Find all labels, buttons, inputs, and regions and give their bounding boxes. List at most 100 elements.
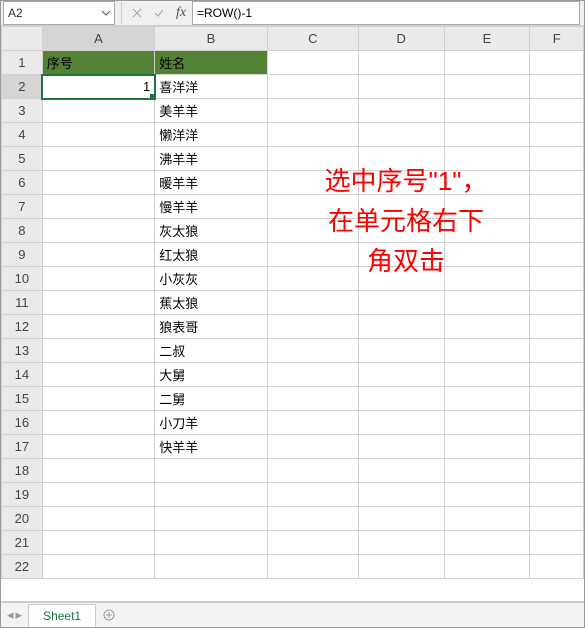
cell-E17[interactable] xyxy=(444,435,530,459)
cell-B7[interactable]: 慢羊羊 xyxy=(155,195,268,219)
cell-E12[interactable] xyxy=(444,315,530,339)
cell-A4[interactable] xyxy=(42,123,155,147)
cell-F17[interactable] xyxy=(530,435,584,459)
cell-B19[interactable] xyxy=(155,483,268,507)
cell-E9[interactable] xyxy=(444,243,530,267)
row-header[interactable]: 6 xyxy=(2,171,43,195)
cell-B20[interactable] xyxy=(155,507,268,531)
cell-B11[interactable]: 蕉太狼 xyxy=(155,291,268,315)
cell-A22[interactable] xyxy=(42,555,155,579)
cell-B15[interactable]: 二舅 xyxy=(155,387,268,411)
cell-A20[interactable] xyxy=(42,507,155,531)
cell-F4[interactable] xyxy=(530,123,584,147)
cell-C18[interactable] xyxy=(267,459,358,483)
cell-B12[interactable]: 狼表哥 xyxy=(155,315,268,339)
cell-F14[interactable] xyxy=(530,363,584,387)
cell-F1[interactable] xyxy=(530,51,584,75)
cell-B10[interactable]: 小灰灰 xyxy=(155,267,268,291)
cell-A9[interactable] xyxy=(42,243,155,267)
col-header-D[interactable]: D xyxy=(358,27,444,51)
cell-E11[interactable] xyxy=(444,291,530,315)
add-sheet-button[interactable] xyxy=(98,604,120,626)
cell-C1[interactable] xyxy=(267,51,358,75)
cell-E8[interactable] xyxy=(444,219,530,243)
cell-D4[interactable] xyxy=(358,123,444,147)
cell-F3[interactable] xyxy=(530,99,584,123)
row-header[interactable]: 3 xyxy=(2,99,43,123)
col-header-C[interactable]: C xyxy=(267,27,358,51)
tab-nav-buttons[interactable]: ◂ ▸ xyxy=(7,607,22,623)
cell-C16[interactable] xyxy=(267,411,358,435)
cell-C5[interactable] xyxy=(267,147,358,171)
cell-B2[interactable]: 喜洋洋 xyxy=(155,75,268,99)
cell-C4[interactable] xyxy=(267,123,358,147)
cell-A5[interactable] xyxy=(42,147,155,171)
cell-B5[interactable]: 沸羊羊 xyxy=(155,147,268,171)
row-header[interactable]: 2 xyxy=(2,75,43,99)
cell-D12[interactable] xyxy=(358,315,444,339)
cell-E6[interactable] xyxy=(444,171,530,195)
cell-B3[interactable]: 美羊羊 xyxy=(155,99,268,123)
col-header-F[interactable]: F xyxy=(530,27,584,51)
cell-E16[interactable] xyxy=(444,411,530,435)
cell-A2[interactable]: 1 xyxy=(42,75,155,99)
cell-A13[interactable] xyxy=(42,339,155,363)
cell-F12[interactable] xyxy=(530,315,584,339)
fx-icon[interactable]: fx xyxy=(172,4,190,22)
cell-F8[interactable] xyxy=(530,219,584,243)
cell-D2[interactable] xyxy=(358,75,444,99)
cell-E18[interactable] xyxy=(444,459,530,483)
cell-C14[interactable] xyxy=(267,363,358,387)
cell-D8[interactable] xyxy=(358,219,444,243)
cell-F13[interactable] xyxy=(530,339,584,363)
cell-B18[interactable] xyxy=(155,459,268,483)
cell-A6[interactable] xyxy=(42,171,155,195)
cell-E3[interactable] xyxy=(444,99,530,123)
row-header[interactable]: 11 xyxy=(2,291,43,315)
cell-C17[interactable] xyxy=(267,435,358,459)
cell-E19[interactable] xyxy=(444,483,530,507)
cell-F2[interactable] xyxy=(530,75,584,99)
cell-D15[interactable] xyxy=(358,387,444,411)
cell-A18[interactable] xyxy=(42,459,155,483)
row-header[interactable]: 4 xyxy=(2,123,43,147)
triangle-right-icon[interactable]: ▸ xyxy=(16,607,23,623)
cell-A1[interactable]: 序号 xyxy=(42,51,155,75)
cell-E22[interactable] xyxy=(444,555,530,579)
cell-B9[interactable]: 红太狼 xyxy=(155,243,268,267)
cell-E20[interactable] xyxy=(444,507,530,531)
cell-F11[interactable] xyxy=(530,291,584,315)
cell-D7[interactable] xyxy=(358,195,444,219)
cell-E7[interactable] xyxy=(444,195,530,219)
col-header-A[interactable]: A xyxy=(42,27,155,51)
row-header[interactable]: 22 xyxy=(2,555,43,579)
cell-C3[interactable] xyxy=(267,99,358,123)
cell-D1[interactable] xyxy=(358,51,444,75)
cell-D21[interactable] xyxy=(358,531,444,555)
cell-C7[interactable] xyxy=(267,195,358,219)
cell-F20[interactable] xyxy=(530,507,584,531)
row-header[interactable]: 16 xyxy=(2,411,43,435)
cell-D22[interactable] xyxy=(358,555,444,579)
cell-A16[interactable] xyxy=(42,411,155,435)
cell-F22[interactable] xyxy=(530,555,584,579)
enter-icon[interactable] xyxy=(150,4,168,22)
cell-B6[interactable]: 暖羊羊 xyxy=(155,171,268,195)
row-header[interactable]: 5 xyxy=(2,147,43,171)
cell-A17[interactable] xyxy=(42,435,155,459)
cell-A15[interactable] xyxy=(42,387,155,411)
cell-D20[interactable] xyxy=(358,507,444,531)
cell-D5[interactable] xyxy=(358,147,444,171)
triangle-left-icon[interactable]: ◂ xyxy=(7,607,14,623)
cell-F15[interactable] xyxy=(530,387,584,411)
cell-C22[interactable] xyxy=(267,555,358,579)
select-all-corner[interactable] xyxy=(2,27,43,51)
cell-A8[interactable] xyxy=(42,219,155,243)
cell-F21[interactable] xyxy=(530,531,584,555)
cell-A12[interactable] xyxy=(42,315,155,339)
cell-E10[interactable] xyxy=(444,267,530,291)
cell-D11[interactable] xyxy=(358,291,444,315)
name-box[interactable]: A2 xyxy=(3,1,115,25)
cell-E2[interactable] xyxy=(444,75,530,99)
cell-C2[interactable] xyxy=(267,75,358,99)
